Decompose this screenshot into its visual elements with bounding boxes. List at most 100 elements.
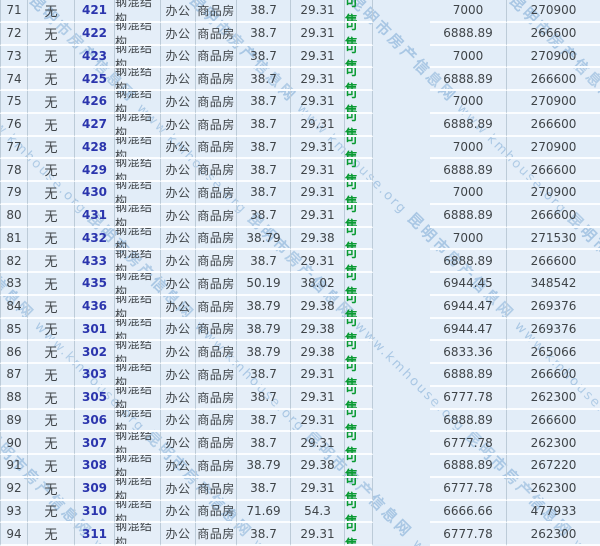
unit-link[interactable]: 303 [82,367,107,381]
cell-unit: 422 [75,23,115,46]
cell-gap [373,68,430,91]
table-row: 74 无 425 钢混结构 办公 商品房 38.7 29.31 可售 6888.… [0,68,600,91]
status-text: 可售 [345,501,372,524]
cell-attachment: 无 [28,523,75,546]
table-row: 93 无 310 钢混结构 办公 商品房 71.69 54.3 可售 6666.… [0,501,600,524]
cell-row-number: 83 [0,273,28,296]
cell-structure: 钢混结构 [115,0,161,23]
cell-unit: 311 [75,523,115,546]
table-row: 71 无 421 钢混结构 办公 商品房 38.7 29.31 可售 7000 … [0,0,600,23]
status-text: 可售 [345,250,372,273]
cell-category: 商品房 [196,296,237,319]
cell-inner-area: 29.31 [291,205,345,228]
cell-structure: 钢混结构 [115,341,161,364]
cell-row-number: 88 [0,387,28,410]
cell-area: 38.7 [237,23,291,46]
unit-link[interactable]: 431 [82,208,107,222]
unit-link[interactable]: 428 [82,140,107,154]
cell-gap [373,23,430,46]
cell-area: 38.7 [237,91,291,114]
cell-inner-area: 54.3 [291,501,345,524]
cell-attachment: 无 [28,410,75,433]
cell-inner-area: 29.31 [291,387,345,410]
cell-area: 38.7 [237,250,291,273]
cell-row-number: 71 [0,0,28,23]
status-badge: 可售 [345,478,373,501]
unit-link[interactable]: 308 [82,458,107,472]
unit-link[interactable]: 423 [82,49,107,63]
cell-unit: 426 [75,91,115,114]
status-text: 可售 [345,319,372,342]
table-row: 89 无 306 钢混结构 办公 商品房 38.7 29.31 可售 6888.… [0,410,600,433]
unit-link[interactable]: 426 [82,94,107,108]
status-text: 可售 [345,159,372,182]
unit-link[interactable]: 425 [82,72,107,86]
unit-link[interactable]: 436 [82,299,107,313]
unit-link[interactable]: 305 [82,390,107,404]
cell-structure: 钢混结构 [115,387,161,410]
cell-area: 38.79 [237,228,291,251]
cell-unit: 427 [75,114,115,137]
cell-category: 商品房 [196,0,237,23]
status-text: 可售 [345,341,372,364]
cell-row-number: 78 [0,159,28,182]
unit-link[interactable]: 307 [82,436,107,450]
status-badge: 可售 [345,501,373,524]
status-text: 可售 [345,410,372,433]
cell-inner-area: 29.31 [291,137,345,160]
unit-link[interactable]: 309 [82,481,107,495]
cell-unit-price: 7000 [430,182,506,205]
cell-unit-price: 7000 [430,137,506,160]
unit-link[interactable]: 311 [82,527,107,541]
unit-link[interactable]: 422 [82,26,107,40]
cell-structure: 钢混结构 [115,91,161,114]
cell-unit: 430 [75,182,115,205]
cell-unit-price: 6888.89 [430,455,506,478]
unit-link[interactable]: 430 [82,185,107,199]
status-badge: 可售 [345,273,373,296]
cell-unit: 305 [75,387,115,410]
cell-attachment: 无 [28,364,75,387]
unit-link[interactable]: 302 [82,345,107,359]
unit-link[interactable]: 306 [82,413,107,427]
cell-total-price: 266600 [506,114,600,137]
cell-total-price: 262300 [506,387,600,410]
cell-area: 38.79 [237,296,291,319]
cell-unit-price: 6833.36 [430,341,506,364]
cell-inner-area: 29.38 [291,455,345,478]
unit-link[interactable]: 427 [82,117,107,131]
table-row: 80 无 431 钢混结构 办公 商品房 38.7 29.31 可售 6888.… [0,205,600,228]
cell-total-price: 477933 [506,501,600,524]
cell-total-price: 270900 [506,182,600,205]
cell-structure: 钢混结构 [115,228,161,251]
status-text: 可售 [345,91,372,114]
cell-gap [373,364,430,387]
cell-total-price: 266600 [506,68,600,91]
cell-total-price: 266600 [506,364,600,387]
cell-unit: 428 [75,137,115,160]
unit-link[interactable]: 433 [82,254,107,268]
unit-link[interactable]: 310 [82,504,107,518]
cell-usage: 办公 [161,182,196,205]
unit-link[interactable]: 301 [82,322,107,336]
cell-unit: 435 [75,273,115,296]
unit-link[interactable]: 429 [82,163,107,177]
unit-link[interactable]: 421 [82,3,107,17]
status-text: 可售 [345,364,372,387]
cell-gap [373,523,430,546]
unit-link[interactable]: 435 [82,276,107,290]
cell-category: 商品房 [196,273,237,296]
table-row: 85 无 301 钢混结构 办公 商品房 38.79 29.38 可售 6944… [0,319,600,342]
status-badge: 可售 [345,182,373,205]
cell-area: 38.7 [237,182,291,205]
cell-unit-price: 6777.78 [430,387,506,410]
status-badge: 可售 [345,410,373,433]
cell-usage: 办公 [161,228,196,251]
cell-total-price: 269376 [506,296,600,319]
cell-structure: 钢混结构 [115,432,161,455]
unit-link[interactable]: 432 [82,231,107,245]
table-row: 90 无 307 钢混结构 办公 商品房 38.7 29.31 可售 6777.… [0,432,600,455]
status-badge: 可售 [345,46,373,69]
status-badge: 可售 [345,205,373,228]
cell-row-number: 75 [0,91,28,114]
